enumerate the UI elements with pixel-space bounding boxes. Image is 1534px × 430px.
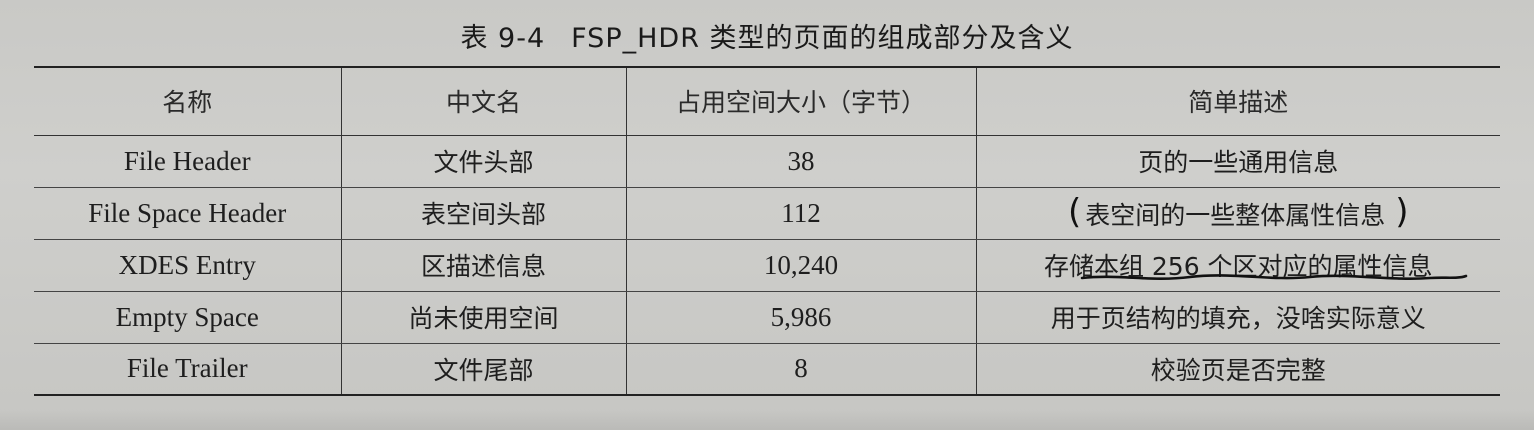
header-zh-name: 中文名 — [340, 66, 627, 136]
cell-zh-name: 区描述信息 — [340, 239, 627, 292]
table-row: Empty Space 尚未使用空间 5,986 用于页结构的填充，没啥实际意义 — [34, 291, 1500, 344]
cell-size: 112 — [625, 187, 977, 240]
cell-zh-name: 尚未使用空间 — [340, 291, 627, 344]
cell-zh-name: 文件头部 — [340, 135, 627, 188]
cell-size: 5,986 — [625, 291, 977, 344]
fsp-hdr-table: 名称 中文名 占用空间大小（字节） 简单描述 File Header 文件头部 … — [34, 66, 1500, 396]
cell-name: Empty Space — [34, 291, 342, 344]
cell-description-bracketed: (表空间的一些整体属性信息) — [975, 187, 1500, 240]
cell-description: 页的一些通用信息 — [975, 135, 1500, 188]
cell-zh-name: 表空间头部 — [340, 187, 627, 240]
cell-size: 8 — [625, 343, 977, 396]
header-size: 占用空间大小（字节） — [625, 66, 977, 136]
table-title: FSP_HDR 类型的页面的组成部分及含义 — [571, 23, 1074, 54]
handwritten-right-bracket: ) — [1395, 192, 1409, 232]
cell-name: File Trailer — [34, 343, 342, 396]
table-row: File Space Header 表空间头部 112 (表空间的一些整体属性信… — [34, 187, 1500, 240]
cell-name: File Header — [34, 135, 342, 188]
cell-size: 10,240 — [625, 239, 977, 292]
header-description: 简单描述 — [975, 66, 1500, 136]
cell-size: 38 — [625, 135, 977, 188]
cell-description: 用于页结构的填充，没啥实际意义 — [975, 291, 1500, 344]
table-row: File Header 文件头部 38 页的一些通用信息 — [34, 135, 1500, 188]
header-name: 名称 — [34, 66, 342, 136]
cell-name: File Space Header — [34, 187, 342, 240]
cell-zh-name: 文件尾部 — [340, 343, 627, 396]
description-text: 表空间的一些整体属性信息 — [1085, 201, 1386, 230]
handwritten-left-bracket: ( — [1067, 192, 1082, 232]
table-row: File Trailer 文件尾部 8 校验页是否完整 — [34, 343, 1500, 396]
table-caption: 表 9-4 FSP_HDR 类型的页面的组成部分及含义 — [0, 16, 1534, 55]
cell-name: XDES Entry — [34, 239, 342, 292]
page-bottom-edge — [0, 410, 1534, 430]
table-number: 表 9-4 — [460, 23, 546, 54]
handwritten-underline — [1080, 274, 1468, 280]
cell-description: 校验页是否完整 — [975, 343, 1500, 396]
header-row: 名称 中文名 占用空间大小（字节） 简单描述 — [34, 66, 1500, 136]
